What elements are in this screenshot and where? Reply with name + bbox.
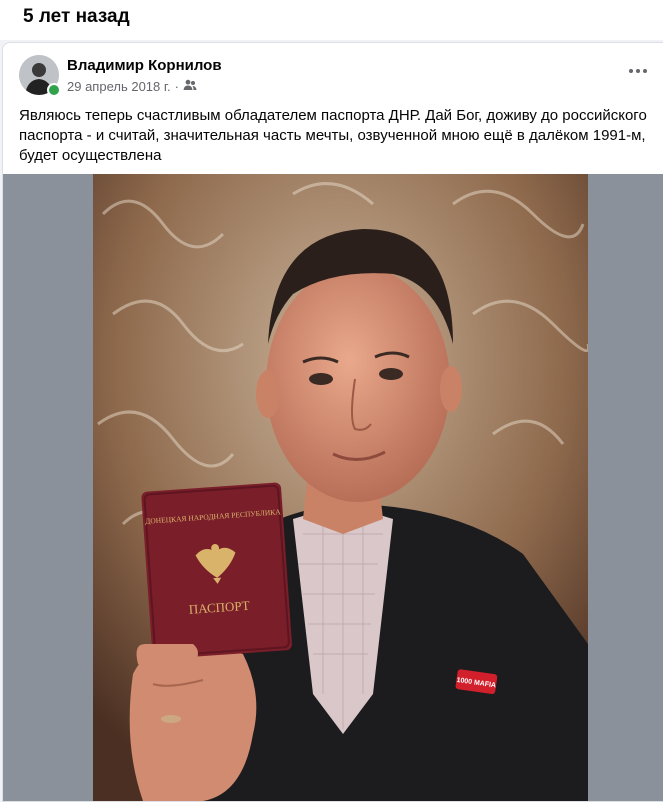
memory-header: 5 лет назад <box>0 0 663 40</box>
online-status-dot <box>47 83 61 97</box>
post-meta: 29 апрель 2018 г. · <box>67 79 197 94</box>
friends-icon[interactable] <box>183 79 197 94</box>
post-text: Являюсь теперь счастливым обладателем па… <box>19 107 647 164</box>
post-photo[interactable]: 1000 MAFIA ДОНЕЦКАЯ НАРОДНАЯ РЕСПУБЛИКА … <box>93 174 588 801</box>
memory-title: 5 лет назад <box>23 6 130 27</box>
author-name[interactable]: Владимир Корнилов <box>67 57 222 74</box>
post-card: Владимир Корнилов 29 апрель 2018 г. · Яв… <box>2 42 663 802</box>
more-options-icon[interactable] <box>626 63 650 79</box>
post-media[interactable]: 1000 MAFIA ДОНЕЦКАЯ НАРОДНАЯ РЕСПУБЛИКА … <box>3 174 663 801</box>
meta-separator: · <box>174 79 179 94</box>
post-date[interactable]: 29 апрель 2018 г. <box>67 79 171 94</box>
